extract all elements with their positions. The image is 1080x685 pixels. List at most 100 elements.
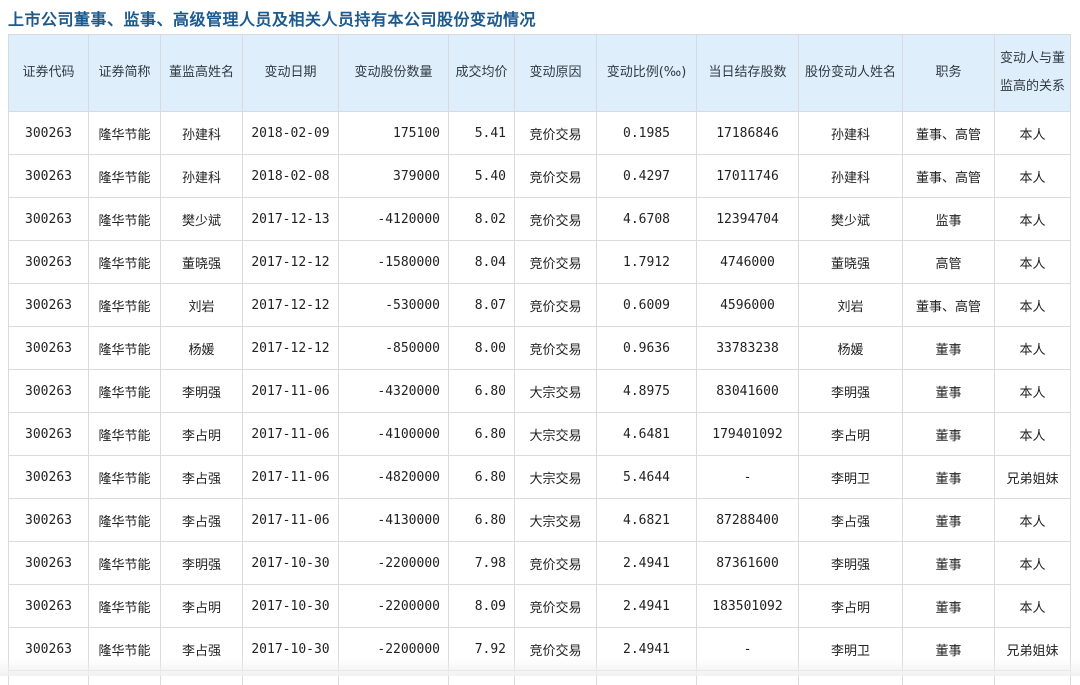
table-cell: 8.04 [449,241,515,284]
table-cell [243,671,339,685]
table-cell: -530000 [339,284,449,327]
table-cell: 2017-12-12 [243,241,339,284]
table-cell: 2017-11-06 [243,413,339,456]
table-cell: 李明卫 [799,628,903,671]
table-row: 300263隆华节能刘岩2017-12-12-5300008.07竞价交易0.6… [9,284,1071,327]
table-cell: 樊少斌 [161,198,243,241]
table-cell: 隆华节能 [89,327,161,370]
table-cell [449,671,515,685]
table-cell: 2017-10-30 [243,585,339,628]
table-cell: 300263 [9,327,89,370]
table-cell: 董事 [903,585,995,628]
table-row: 300263隆华节能李占明2017-11-06-41000006.80大宗交易4… [9,413,1071,456]
table-cell: 4.6821 [597,499,697,542]
table-cell: 李明强 [161,542,243,585]
table-cell: 17186846 [697,112,799,155]
table-cell: 83041600 [697,370,799,413]
table-cell: 董事 [903,542,995,585]
table-cell: 隆华节能 [89,499,161,542]
table-cell: 379000 [339,155,449,198]
table-cell: 8.09 [449,585,515,628]
table-cell: 175100 [339,112,449,155]
table-cell: 隆华节能 [89,628,161,671]
table-cell [161,671,243,685]
table-cell: 本人 [995,370,1071,413]
table-cell: 本人 [995,499,1071,542]
header-cell: 当日结存股数 [697,35,799,112]
table-cell: 隆华节能 [89,198,161,241]
table-cell: -2200000 [339,628,449,671]
table-cell: 大宗交易 [515,456,597,499]
table-cell: 6.80 [449,370,515,413]
table-cell: 2.4941 [597,585,697,628]
table-cell: 董事 [903,499,995,542]
table-cell: 本人 [995,241,1071,284]
table-cell: 李占明 [799,413,903,456]
table-cell: 7.92 [449,628,515,671]
table-cell: 高管 [903,241,995,284]
table-row: 300263隆华节能李占明2017-10-30-22000008.09竞价交易2… [9,585,1071,628]
table-cell: 隆华节能 [89,155,161,198]
table-cell [339,671,449,685]
table-cell: 0.9636 [597,327,697,370]
table-cell: -2200000 [339,585,449,628]
table-cell [697,671,799,685]
table-cell: 兄弟姐妹 [995,628,1071,671]
table-cell: 2017-11-06 [243,370,339,413]
table-cell: 2017-12-12 [243,327,339,370]
table-cell: 0.4297 [597,155,697,198]
table-cell: 李占强 [799,499,903,542]
table-cell [903,671,995,685]
table-cell: 本人 [995,542,1071,585]
table-cell: 300263 [9,628,89,671]
table-cell: -1580000 [339,241,449,284]
table-cell: 300263 [9,112,89,155]
table-cell: -4120000 [339,198,449,241]
header-cell: 职务 [903,35,995,112]
table-body: 300263隆华节能孙建科2018-02-091751005.41竞价交易0.1… [9,112,1071,685]
table-row: 300263隆华节能孙建科2018-02-091751005.41竞价交易0.1… [9,112,1071,155]
table-cell: 6.80 [449,499,515,542]
table-cell: 87288400 [697,499,799,542]
table-row: 300263隆华节能董晓强2017-12-12-15800008.04竞价交易1… [9,241,1071,284]
table-cell: 樊少斌 [799,198,903,241]
table-row: 300263隆华节能李占强2017-11-06-48200006.80大宗交易5… [9,456,1071,499]
table-cell: -4100000 [339,413,449,456]
table-cell: 5.4644 [597,456,697,499]
table-cell: 竞价交易 [515,327,597,370]
table-cell: 本人 [995,198,1071,241]
table-cell: 2.4941 [597,628,697,671]
table-cell: 董事 [903,413,995,456]
table-row: 300263隆华节能樊少斌2017-12-13-41200008.02竞价交易4… [9,198,1071,241]
table-cell [515,671,597,685]
header-cell: 股份变动人姓名 [799,35,903,112]
table-cell: 隆华节能 [89,370,161,413]
table-cell [9,671,89,685]
table-cell: 竞价交易 [515,198,597,241]
table-cell: 0.1985 [597,112,697,155]
table-cell: 33783238 [697,327,799,370]
table-cell: 董事 [903,628,995,671]
table-cell: 4596000 [697,284,799,327]
table-cell: -4820000 [339,456,449,499]
table-cell: 大宗交易 [515,499,597,542]
table-cell: 大宗交易 [515,370,597,413]
table-cell: 李占明 [161,413,243,456]
table-cell: 300263 [9,370,89,413]
holdings-change-table: 证券代码 证券简称 董监高姓名 变动日期 变动股份数量 成交均价 变动原因 变动… [8,34,1071,685]
table-cell: 隆华节能 [89,542,161,585]
table-cell: 竞价交易 [515,284,597,327]
table-cell: 2017-10-30 [243,628,339,671]
table-cell: 孙建科 [799,112,903,155]
header-cell: 变动股份数量 [339,35,449,112]
table-cell: 183501092 [697,585,799,628]
table-cell: 8.00 [449,327,515,370]
table-row: 300263隆华节能李明强2017-11-06-43200006.80大宗交易4… [9,370,1071,413]
table-cell: 大宗交易 [515,413,597,456]
table-cell: 2017-10-30 [243,542,339,585]
table-cell [597,671,697,685]
table-cell: 300263 [9,456,89,499]
table-cell: 董事、高管 [903,155,995,198]
header-cell: 董监高姓名 [161,35,243,112]
header-cell: 变动原因 [515,35,597,112]
